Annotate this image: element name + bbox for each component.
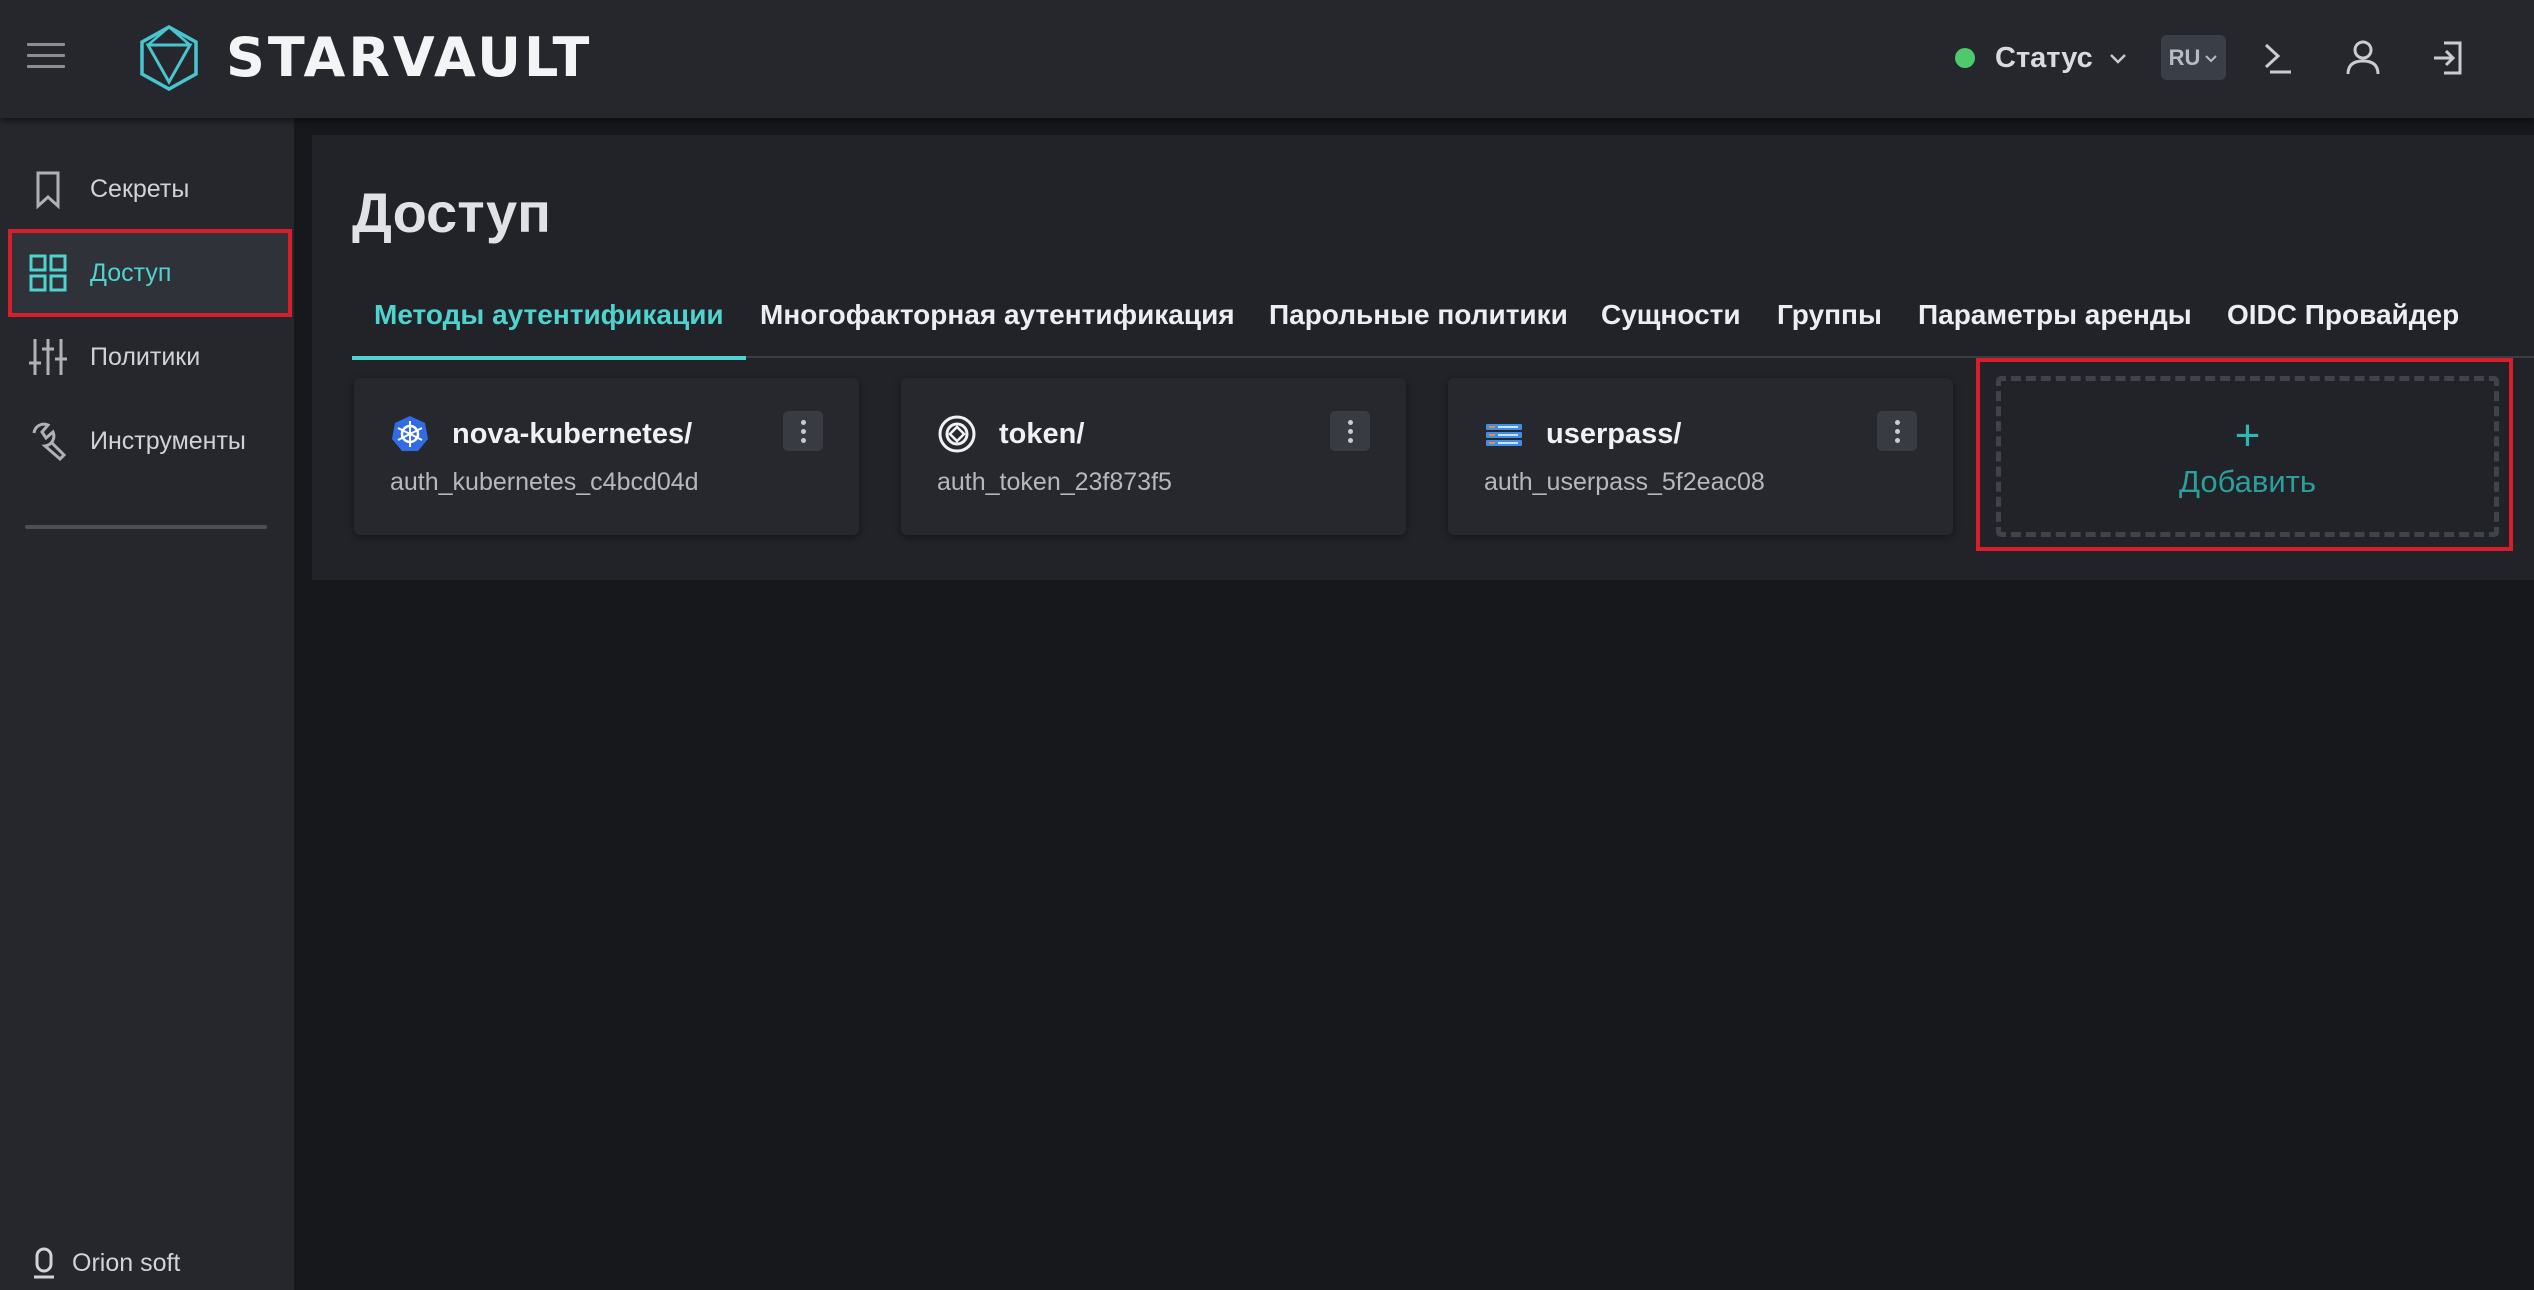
- auth-method-card[interactable]: userpass/ auth_userpass_5f2eac08: [1448, 378, 1953, 535]
- tab-entities[interactable]: Сущности: [1601, 286, 1741, 356]
- sidebar-item-tools[interactable]: Инструменты: [10, 399, 290, 483]
- userpass-icon: [1486, 424, 1522, 446]
- logo-icon: [140, 24, 198, 92]
- grid-icon: [29, 254, 67, 292]
- chevron-down-icon: [2205, 54, 2218, 62]
- status-label: Статус: [1995, 41, 2093, 74]
- page-title: Доступ: [352, 181, 551, 244]
- sidebar-item-access[interactable]: Доступ: [8, 229, 292, 317]
- add-label: Добавить: [2178, 463, 2316, 499]
- language-label: RU: [2168, 44, 2201, 70]
- chevron-down-icon: [2109, 54, 2126, 64]
- sidebar-item-secrets[interactable]: Секреты: [10, 147, 290, 231]
- more-options-icon[interactable]: [783, 411, 823, 451]
- sidebar-divider: [25, 525, 267, 529]
- sliders-icon: [29, 339, 67, 375]
- sidebar-item-label: Инструменты: [90, 426, 246, 455]
- sidebar-item-policies[interactable]: Политики: [10, 315, 290, 399]
- auth-method-path: token/: [999, 418, 1085, 450]
- auth-method-path: userpass/: [1546, 418, 1682, 450]
- footer-brand: Orion soft: [30, 1246, 180, 1280]
- sidebar-item-label: Секреты: [90, 174, 190, 203]
- tab-lease-params[interactable]: Параметры аренды: [1918, 286, 2192, 356]
- auth-method-accessor: auth_token_23f873f5: [937, 468, 1172, 496]
- bookmark-icon: [36, 171, 60, 210]
- sidebar-item-label: Доступ: [90, 258, 172, 287]
- menu-icon[interactable]: [27, 43, 65, 73]
- orion-logo-icon: [34, 1247, 54, 1279]
- more-options-icon[interactable]: [1877, 411, 1917, 451]
- plus-icon: +: [2234, 410, 2261, 460]
- status-dropdown[interactable]: Статус: [1955, 36, 2127, 80]
- status-indicator-icon: [1955, 48, 1975, 68]
- auth-method-path: nova-kubernetes/: [452, 418, 693, 450]
- footer-brand-label: Orion soft: [72, 1248, 181, 1277]
- kubernetes-icon: [392, 416, 428, 451]
- logout-icon[interactable]: [2426, 36, 2470, 80]
- auth-method-card[interactable]: nova-kubernetes/ auth_kubernetes_c4bcd04…: [354, 378, 859, 535]
- auth-method-card[interactable]: token/ auth_token_23f873f5: [901, 378, 1406, 535]
- wrench-icon: [32, 422, 67, 462]
- top-header: STARVAULT Статус RU: [0, 0, 2534, 118]
- tab-mfa[interactable]: Многофакторная аутентификация: [760, 286, 1235, 356]
- tab-oidc-provider[interactable]: OIDC Провайдер: [2227, 286, 2459, 356]
- token-icon: [938, 415, 976, 453]
- sidebar-item-label: Политики: [90, 342, 201, 371]
- terminal-icon[interactable]: [2257, 36, 2301, 80]
- tab-auth-methods[interactable]: Методы аутентификации: [352, 286, 746, 360]
- tab-groups[interactable]: Группы: [1777, 286, 1882, 356]
- more-options-icon[interactable]: [1330, 411, 1370, 451]
- brand-name: STARVAULT: [226, 26, 593, 89]
- add-auth-method-button[interactable]: + Добавить: [1996, 376, 2499, 537]
- auth-method-accessor: auth_kubernetes_c4bcd04d: [390, 468, 699, 496]
- tab-password-policies[interactable]: Парольные политики: [1269, 286, 1568, 356]
- tab-bar: Методы аутентификации Многофакторная аут…: [352, 286, 2534, 360]
- sidebar: Секреты Доступ Политики Инструменты Orio…: [0, 118, 294, 1290]
- auth-method-accessor: auth_userpass_5f2eac08: [1484, 468, 1765, 496]
- language-selector[interactable]: RU: [2161, 35, 2226, 80]
- user-icon[interactable]: [2341, 36, 2385, 80]
